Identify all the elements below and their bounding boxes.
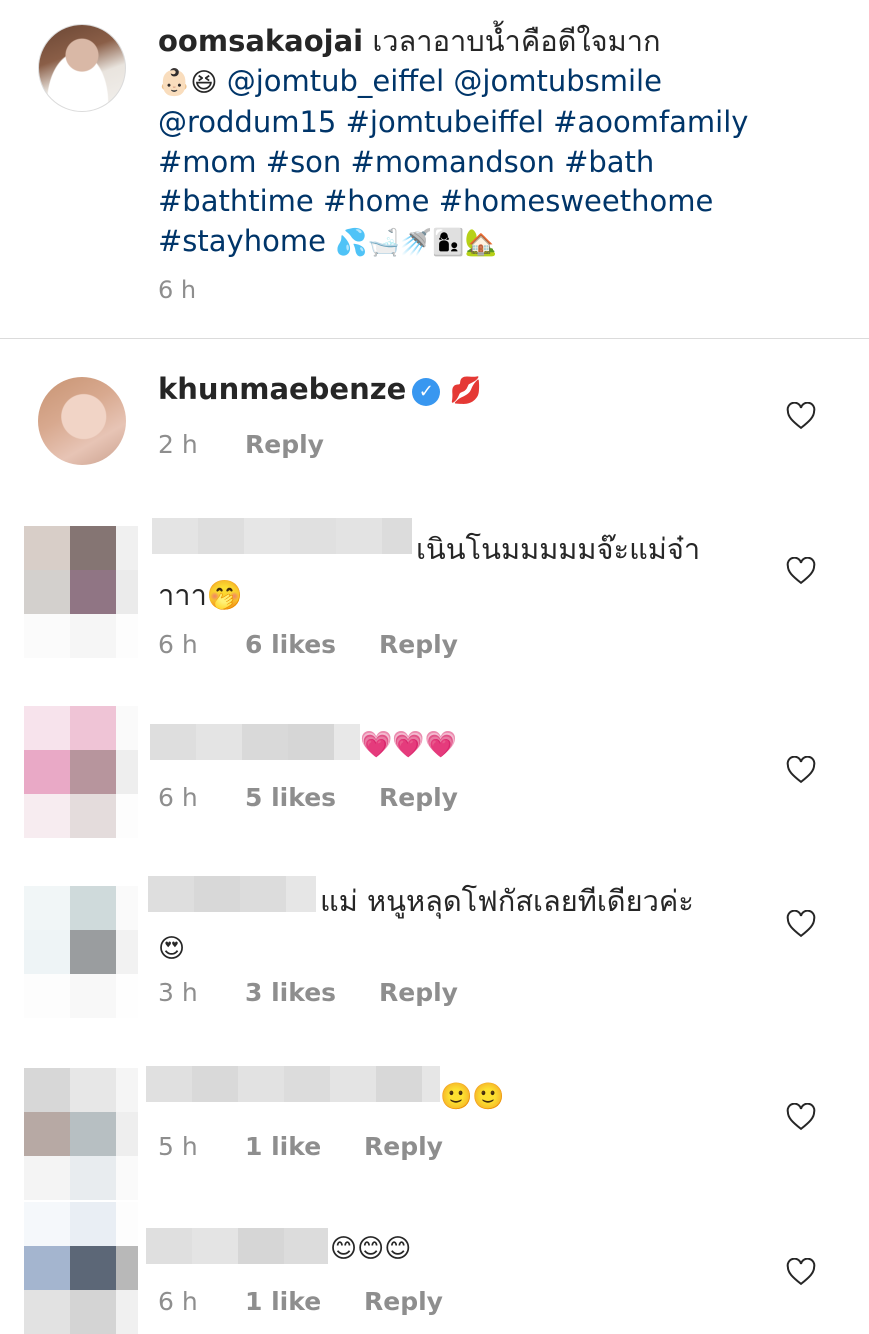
likes-count[interactable]: 6 likes	[245, 630, 336, 659]
comment-body: 🙂🙂	[440, 1082, 505, 1112]
reply-button[interactable]: Reply	[379, 978, 458, 1007]
comment-body: 💋	[449, 376, 482, 406]
caption-emoji: 👶🏻😆	[158, 67, 218, 98]
like-heart-icon[interactable]	[786, 909, 816, 938]
hashtag-link[interactable]: #bath	[564, 145, 654, 179]
comment-body: 💗💗💗	[360, 730, 458, 760]
comment-text: แม่ หนูหลุดโฟกัสเลยทีเดียวค่ะ 😍	[158, 878, 768, 972]
hashtag-link[interactable]: #son	[266, 145, 342, 179]
comment-text: 🙂🙂	[440, 1072, 505, 1120]
comment-timestamp: 3 h	[158, 978, 198, 1007]
comment-timestamp: 6 h	[158, 630, 198, 659]
avatar-pixelated[interactable]	[24, 706, 138, 838]
avatar-pixelated[interactable]	[24, 1068, 138, 1200]
avatar-pixelated[interactable]	[24, 886, 138, 1018]
reply-button[interactable]: Reply	[245, 430, 324, 459]
avatar-oomsakaojai[interactable]	[38, 24, 126, 112]
like-heart-icon[interactable]	[786, 1257, 816, 1286]
comment-body: เนินโนมมมมมจ๊ะแม่จ๋า	[416, 532, 701, 566]
likes-count[interactable]: 1 like	[245, 1287, 321, 1316]
likes-count[interactable]: 3 likes	[245, 978, 336, 1007]
mention-link[interactable]: @jomtubsmile	[453, 64, 662, 98]
caption-thai-text: เวลาอาบน้ำคือดีใจมาก	[372, 24, 661, 58]
caption-timestamp: 6 h	[158, 276, 197, 304]
comment-body: 😊😊😊	[330, 1234, 412, 1264]
like-heart-icon[interactable]	[786, 755, 816, 784]
caption-text: oomsakaojai เวลาอาบน้ำคือดีใจมาก 👶🏻😆 @jo…	[158, 22, 848, 263]
likes-count[interactable]: 1 like	[245, 1132, 321, 1161]
avatar-pixelated[interactable]	[24, 526, 138, 658]
comment-timestamp: 2 h	[158, 430, 198, 459]
hashtag-link[interactable]: #homesweethome	[439, 184, 714, 218]
reply-button[interactable]: Reply	[364, 1287, 443, 1316]
comment-body-line2: 😍	[158, 934, 186, 964]
like-heart-icon[interactable]	[786, 401, 816, 430]
like-heart-icon[interactable]	[786, 556, 816, 585]
hashtag-link[interactable]: #mom	[158, 145, 257, 179]
mention-link[interactable]: @roddum15	[158, 105, 336, 139]
comment-timestamp: 6 h	[158, 783, 198, 812]
avatar-khunmaebenze[interactable]	[38, 377, 126, 465]
mention-link[interactable]: @jomtub_eiffel	[227, 64, 445, 98]
blurred-username	[150, 724, 360, 760]
likes-count[interactable]: 5 likes	[245, 783, 336, 812]
reply-button[interactable]: Reply	[364, 1132, 443, 1161]
blurred-username	[146, 1228, 328, 1264]
comment-text: เนินโนมมมมมจ๊ะแม่จ๋า าาา🤭	[158, 526, 758, 618]
post-caption: oomsakaojai เวลาอาบน้ำคือดีใจมาก 👶🏻😆 @jo…	[0, 0, 869, 338]
comment-username[interactable]: khunmaebenze	[158, 372, 406, 406]
comment-text: 😊😊😊	[330, 1224, 411, 1272]
comment-text: 💗💗💗	[360, 720, 457, 768]
blurred-username	[146, 1066, 440, 1102]
caption-trailing-emoji: 💦🛁🚿👩‍👦🏡	[335, 227, 498, 258]
hashtag-link[interactable]: #home	[323, 184, 430, 218]
hashtag-link[interactable]: #stayhome	[158, 224, 326, 258]
hashtag-link[interactable]: #jomtubeiffel	[346, 105, 544, 139]
comment-timestamp: 6 h	[158, 1287, 198, 1316]
reply-button[interactable]: Reply	[379, 630, 458, 659]
comment-body: แม่ หนูหลุดโฟกัสเลยทีเดียวค่ะ	[320, 884, 694, 918]
divider	[0, 338, 869, 339]
like-heart-icon[interactable]	[786, 1102, 816, 1131]
reply-button[interactable]: Reply	[379, 783, 458, 812]
comment-text: khunmaebenze ✓ 💋	[158, 366, 482, 414]
caption-username[interactable]: oomsakaojai	[158, 24, 363, 58]
avatar-pixelated[interactable]	[24, 1202, 138, 1334]
comment-body-line2: าาา🤭	[158, 578, 243, 612]
hashtag-link[interactable]: #bathtime	[158, 184, 314, 218]
comment-timestamp: 5 h	[158, 1132, 198, 1161]
hashtag-link[interactable]: #momandson	[351, 145, 555, 179]
verified-badge-icon: ✓	[412, 378, 441, 406]
hashtag-link[interactable]: #aoomfamily	[553, 105, 748, 139]
